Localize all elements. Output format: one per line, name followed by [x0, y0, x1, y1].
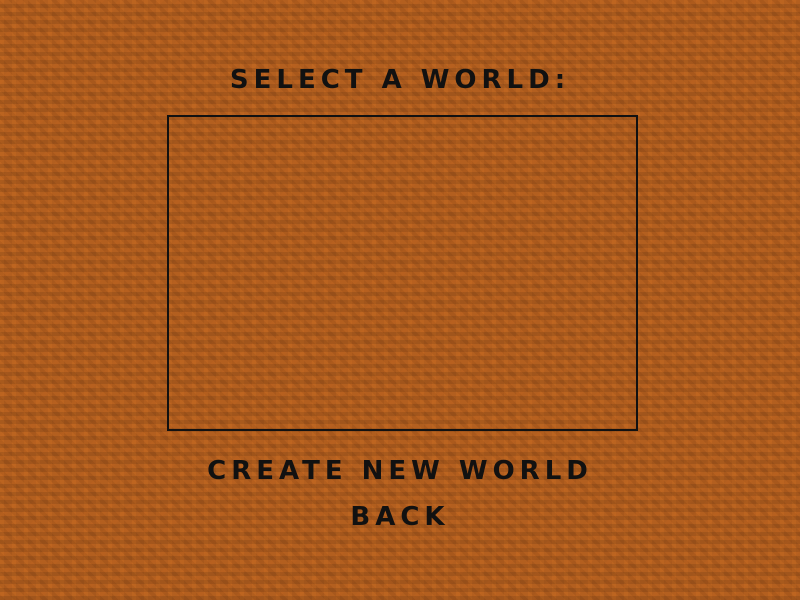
back-button[interactable]: BACK: [0, 497, 800, 537]
world-list-box[interactable]: [167, 115, 638, 431]
create-new-world-button[interactable]: CREATE NEW WORLD: [0, 451, 800, 491]
select-world-title: SELECT A WORLD:: [229, 65, 571, 95]
